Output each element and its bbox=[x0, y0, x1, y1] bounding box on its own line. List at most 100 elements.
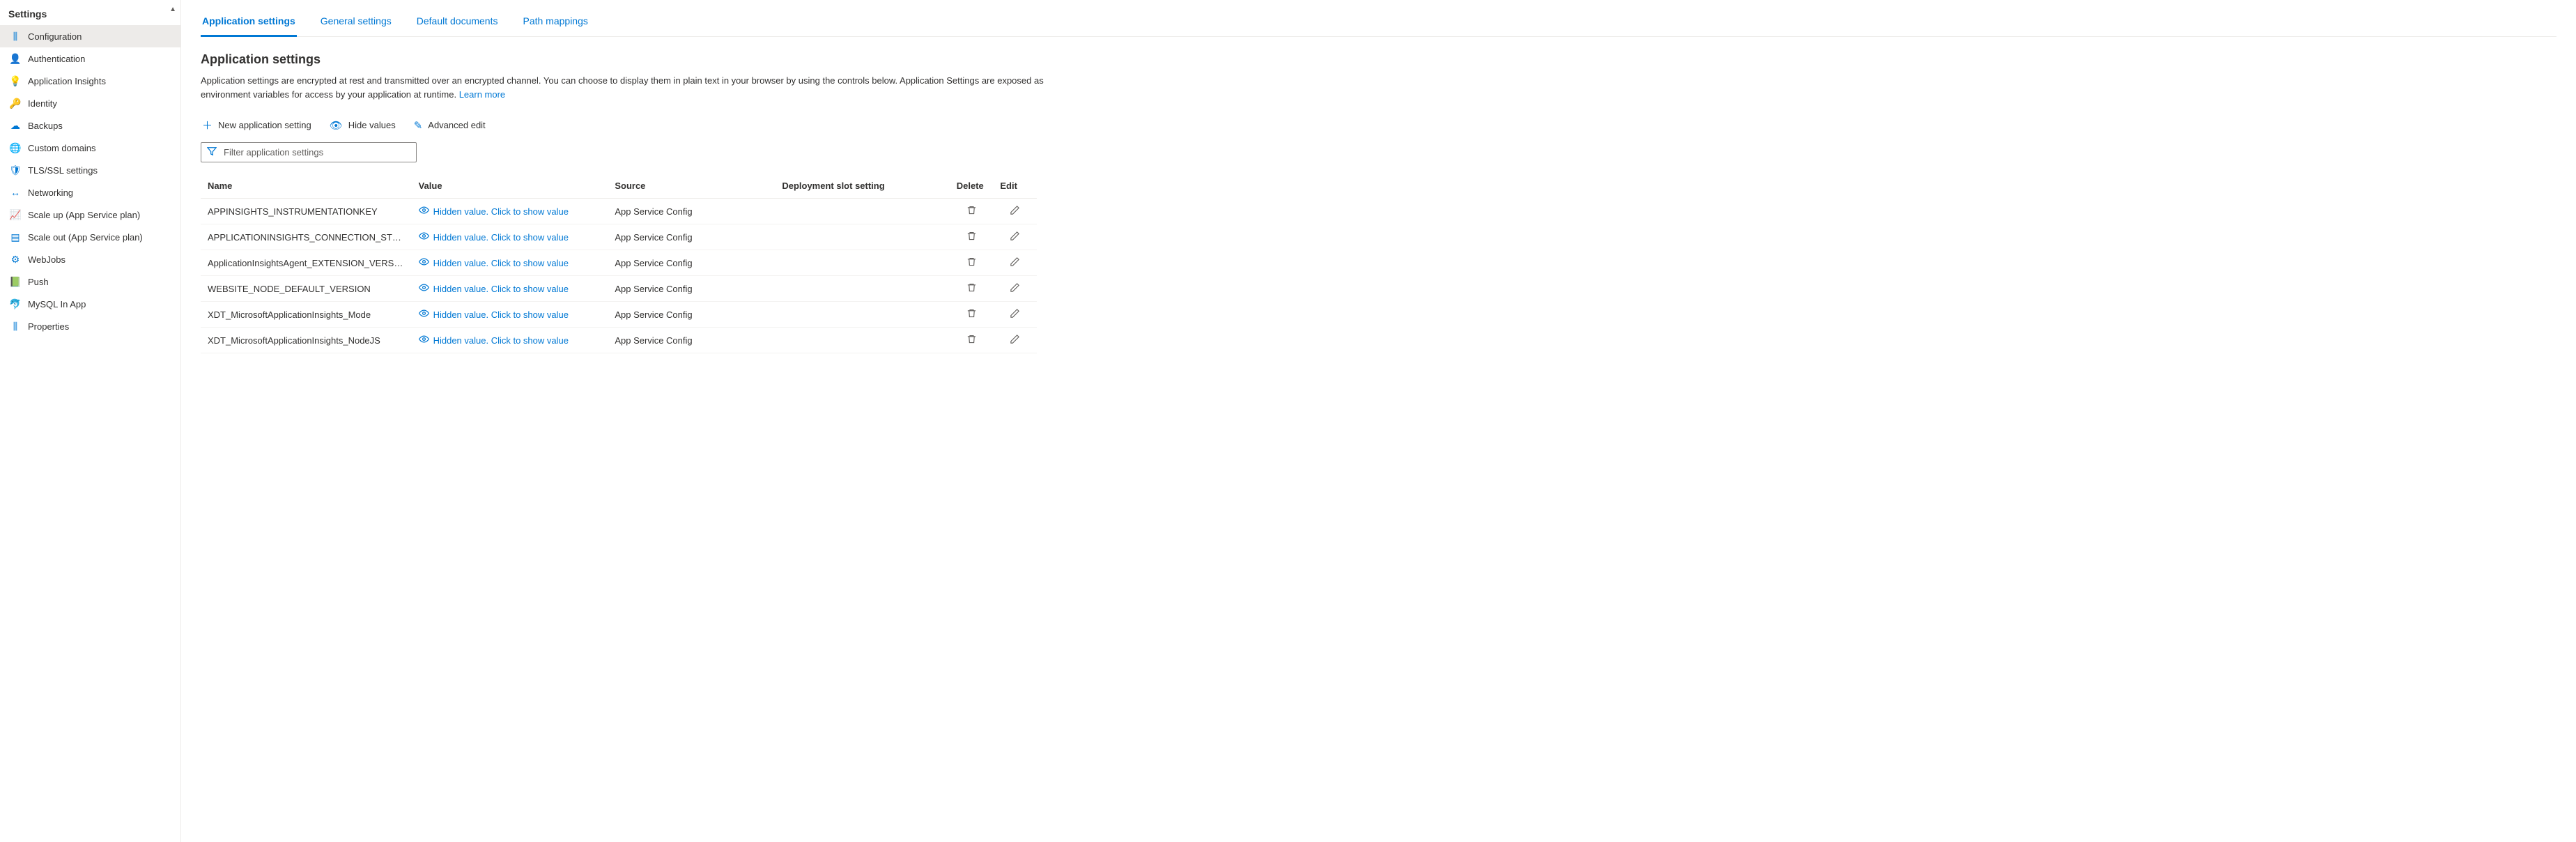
setting-slot bbox=[775, 276, 949, 302]
eye-icon bbox=[419, 205, 429, 217]
sidebar-icon: 💡 bbox=[10, 75, 21, 86]
sidebar-icon: ☁ bbox=[10, 120, 21, 131]
pencil-icon: ✎ bbox=[414, 119, 423, 132]
sidebar-icon: ▤ bbox=[10, 231, 21, 243]
table-row: APPINSIGHTS_INSTRUMENTATIONKEY Hidden val… bbox=[201, 199, 1037, 224]
delete-button[interactable] bbox=[957, 231, 987, 241]
setting-slot bbox=[775, 199, 949, 224]
col-header-name[interactable]: Name bbox=[201, 175, 412, 199]
delete-cell bbox=[950, 302, 994, 328]
show-value-link[interactable]: Hidden value. Click to show value bbox=[419, 231, 569, 243]
sidebar: Settings ▲ ⫼Configuration👤Authentication… bbox=[0, 0, 181, 842]
edit-cell bbox=[993, 276, 1037, 302]
main: Application settings General settings Defa… bbox=[181, 0, 2576, 842]
setting-name[interactable]: WEBSITE_NODE_DEFAULT_VERSION bbox=[201, 276, 412, 302]
edit-button[interactable] bbox=[1000, 205, 1030, 215]
new-application-setting-button[interactable]: ＋ New application setting bbox=[201, 115, 313, 135]
eye-hide-icon: 👁 bbox=[330, 119, 343, 132]
sidebar-item-webjobs[interactable]: ⚙WebJobs bbox=[0, 248, 180, 270]
setting-source: App Service Config bbox=[608, 199, 775, 224]
sidebar-item-custom-domains[interactable]: 🌐Custom domains bbox=[0, 137, 180, 159]
setting-name[interactable]: XDT_MicrosoftApplicationInsights_NodeJS bbox=[201, 328, 412, 353]
section-title: Application settings bbox=[201, 52, 2556, 67]
edit-button[interactable] bbox=[1000, 282, 1030, 293]
edit-button[interactable] bbox=[1000, 231, 1030, 241]
show-value-link[interactable]: Hidden value. Click to show value bbox=[419, 308, 569, 321]
setting-name[interactable]: ApplicationInsightsAgent_EXTENSION_VERSI… bbox=[201, 250, 412, 276]
learn-more-link[interactable]: Learn more bbox=[459, 89, 505, 100]
delete-button[interactable] bbox=[957, 334, 987, 344]
filter-input[interactable] bbox=[222, 146, 410, 158]
filter-icon bbox=[207, 146, 217, 158]
col-header-slot[interactable]: Deployment slot setting bbox=[775, 175, 949, 199]
sidebar-item-label: WebJobs bbox=[28, 254, 65, 265]
setting-slot bbox=[775, 328, 949, 353]
eye-icon bbox=[419, 257, 429, 269]
edit-button[interactable] bbox=[1000, 308, 1030, 319]
table-row: XDT_MicrosoftApplicationInsights_Mode Hid… bbox=[201, 302, 1037, 328]
edit-button[interactable] bbox=[1000, 334, 1030, 344]
sidebar-item-identity[interactable]: 🔑Identity bbox=[0, 92, 180, 114]
sidebar-item-label: Push bbox=[28, 277, 49, 287]
sidebar-item-mysql-in-app[interactable]: 🐬MySQL In App bbox=[0, 293, 180, 315]
setting-name[interactable]: APPINSIGHTS_INSTRUMENTATIONKEY bbox=[201, 199, 412, 224]
edit-button[interactable] bbox=[1000, 257, 1030, 267]
sidebar-item-properties[interactable]: ⫼Properties bbox=[0, 315, 180, 337]
sidebar-item-scale-up-app-service-plan-[interactable]: 📈 Scale up (App Service plan) bbox=[0, 204, 180, 226]
sidebar-item-tls-ssl-settings[interactable]: 🛡 TLS/SSL settings bbox=[0, 159, 180, 181]
toolbar: ＋ New application setting 👁 Hide values … bbox=[201, 115, 2556, 135]
setting-value: Hidden value. Click to show value bbox=[412, 224, 608, 250]
edit-cell bbox=[993, 250, 1037, 276]
delete-button[interactable] bbox=[957, 282, 987, 293]
delete-button[interactable] bbox=[957, 308, 987, 319]
show-value-link[interactable]: Hidden value. Click to show value bbox=[419, 334, 569, 346]
tab-application-settings[interactable]: Application settings bbox=[201, 8, 297, 37]
sidebar-item-label: TLS/SSL settings bbox=[28, 165, 98, 176]
filter-box[interactable] bbox=[201, 142, 417, 162]
table-row: WEBSITE_NODE_DEFAULT_VERSION Hidden value… bbox=[201, 276, 1037, 302]
delete-cell bbox=[950, 199, 994, 224]
sidebar-icon: 📈 bbox=[10, 209, 21, 220]
col-header-source[interactable]: Source bbox=[608, 175, 775, 199]
show-value-link[interactable]: Hidden value. Click to show value bbox=[419, 282, 569, 295]
eye-icon bbox=[419, 334, 429, 346]
delete-button[interactable] bbox=[957, 205, 987, 215]
show-value-link[interactable]: Hidden value. Click to show value bbox=[419, 257, 569, 269]
tab-general-settings[interactable]: General settings bbox=[319, 8, 393, 37]
setting-name[interactable]: APPLICATIONINSIGHTS_CONNECTION_STRING bbox=[201, 224, 412, 250]
sidebar-item-label: Application Insights bbox=[28, 76, 106, 86]
table-row: XDT_MicrosoftApplicationInsights_NodeJS H… bbox=[201, 328, 1037, 353]
advanced-edit-button[interactable]: ✎ Advanced edit bbox=[412, 116, 487, 135]
plus-icon: ＋ bbox=[202, 118, 213, 132]
sidebar-item-label: Scale out (App Service plan) bbox=[28, 232, 143, 243]
hide-values-button[interactable]: 👁 Hide values bbox=[328, 116, 397, 135]
sidebar-item-label: Networking bbox=[28, 187, 73, 198]
show-value-link[interactable]: Hidden value. Click to show value bbox=[419, 205, 569, 217]
setting-name[interactable]: XDT_MicrosoftApplicationInsights_Mode bbox=[201, 302, 412, 328]
collapse-icon[interactable]: ▲ bbox=[169, 6, 176, 13]
sidebar-icon: 🌐 bbox=[10, 142, 21, 153]
eye-icon bbox=[419, 231, 429, 243]
setting-source: App Service Config bbox=[608, 302, 775, 328]
sidebar-item-push[interactable]: 📗Push bbox=[0, 270, 180, 293]
sidebar-icon: 🛡 bbox=[10, 164, 21, 176]
tab-path-mappings[interactable]: Path mappings bbox=[521, 8, 589, 37]
sidebar-item-label: Scale up (App Service plan) bbox=[28, 210, 140, 220]
sidebar-item-label: Backups bbox=[28, 121, 63, 131]
delete-cell bbox=[950, 250, 994, 276]
sidebar-item-application-insights[interactable]: 💡 Application Insights bbox=[0, 70, 180, 92]
setting-source: App Service Config bbox=[608, 250, 775, 276]
sidebar-item-authentication[interactable]: 👤Authentication bbox=[0, 47, 180, 70]
sidebar-item-backups[interactable]: ☁ Backups bbox=[0, 114, 180, 137]
tab-default-documents[interactable]: Default documents bbox=[415, 8, 500, 37]
sidebar-icon: ⫼ bbox=[10, 31, 21, 42]
col-header-value[interactable]: Value bbox=[412, 175, 608, 199]
setting-value: Hidden value. Click to show value bbox=[412, 276, 608, 302]
edit-cell bbox=[993, 224, 1037, 250]
sidebar-item-networking[interactable]: ↔Networking bbox=[0, 181, 180, 204]
delete-button[interactable] bbox=[957, 257, 987, 267]
sidebar-item-scale-out-app-service-plan-[interactable]: ▤ Scale out (App Service plan) bbox=[0, 226, 180, 248]
edit-cell bbox=[993, 328, 1037, 353]
sidebar-item-configuration[interactable]: ⫼Configuration bbox=[0, 25, 180, 47]
sidebar-icon: 🔑 bbox=[10, 98, 21, 109]
